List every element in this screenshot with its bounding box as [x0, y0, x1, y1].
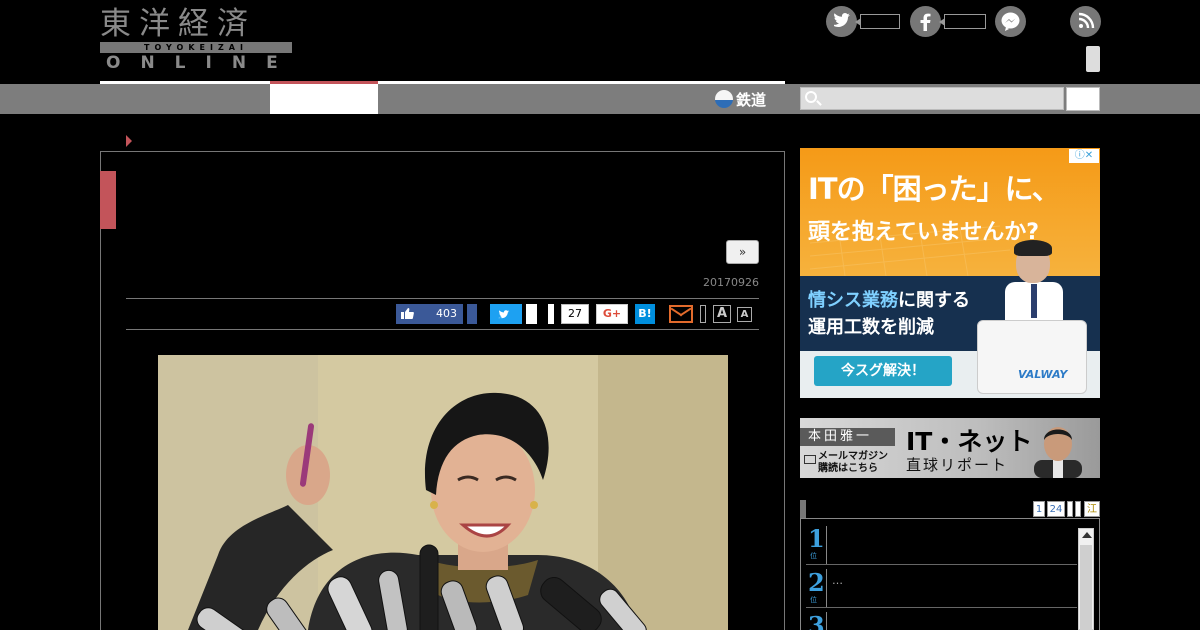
font-size-large-button[interactable]: A	[713, 305, 731, 323]
hatena-bookmark-button[interactable]: B!	[635, 304, 655, 324]
nav-top-border	[100, 81, 785, 84]
nav-item-railway-label: 鉄道	[736, 90, 767, 109]
ranking-tab-1[interactable]: 1	[1033, 501, 1045, 517]
facebook-icon	[910, 6, 941, 37]
ranking-tab-4[interactable]	[1075, 501, 1081, 517]
search-input[interactable]	[823, 90, 1059, 107]
nav-item-railway[interactable]: 鉄道	[715, 88, 766, 110]
ad-cta-button[interactable]: 今スグ解決！	[814, 356, 952, 386]
breadcrumb-arrow-icon	[126, 135, 132, 147]
facebook-share-button[interactable]	[467, 304, 477, 324]
banner-title: IT・ネット	[906, 427, 1033, 456]
rank-item-text[interactable]: …	[832, 574, 843, 587]
mail-icon[interactable]	[669, 305, 693, 323]
search-field[interactable]	[800, 87, 1064, 110]
ranking-header-mark	[800, 500, 806, 518]
ad-headline-2: 頭を抱えていませんか?	[808, 220, 1040, 245]
google-plus-button[interactable]: G+	[596, 304, 628, 324]
ad-subline-2: 運用工数を削減	[808, 317, 934, 338]
train-icon	[715, 90, 733, 108]
ranking-list	[800, 519, 1100, 630]
header-menu-button[interactable]	[1086, 46, 1100, 72]
thumbs-up-icon	[401, 307, 414, 323]
mail-icon	[804, 455, 816, 464]
rss-icon	[1070, 6, 1101, 37]
rank-divider	[826, 612, 827, 630]
messenger-icon	[995, 6, 1026, 37]
ad-brand-logo: VALWAY	[1018, 368, 1068, 381]
ranking-tab-24[interactable]: 24	[1047, 501, 1065, 517]
banner-title-2: 直球リポート	[906, 456, 1009, 474]
divider	[126, 329, 759, 330]
logo-romaji: TOYOKEIZAI	[100, 42, 292, 53]
ad-subline-1-rest: に関する	[898, 290, 970, 311]
share-more-button[interactable]	[700, 305, 706, 323]
scroll-up-icon[interactable]	[1082, 532, 1092, 538]
divider	[126, 298, 759, 299]
ad-subline-1: 情シス業務に関する	[808, 286, 970, 312]
site-logo[interactable]: 東洋経済 TOYOKEIZAI ONLINE	[100, 6, 292, 72]
pocket-button[interactable]	[548, 304, 554, 324]
search-button[interactable]	[1066, 87, 1100, 111]
font-size-small-button[interactable]: A	[737, 307, 752, 322]
pocket-count: 27	[561, 304, 589, 324]
search-icon	[805, 91, 817, 103]
ad-person-tie	[1031, 284, 1037, 318]
tweet-count	[526, 304, 537, 324]
rank-divider	[826, 526, 827, 564]
ad-laptop-image	[977, 320, 1087, 394]
rank-number: 1	[808, 524, 825, 553]
rank-suffix: 位	[810, 596, 817, 604]
banner-subscribe-text: メールマガジン 購読はこちら	[818, 451, 888, 474]
ranking-tab-3[interactable]	[1067, 501, 1073, 517]
rank-divider	[826, 569, 827, 607]
logo-kanji: 東洋経済	[100, 6, 256, 42]
ad-person-hair	[1014, 240, 1052, 256]
rank-row-separator	[806, 607, 1077, 608]
rank-suffix: 位	[810, 552, 817, 560]
twitter-icon	[498, 310, 510, 319]
article-photo	[158, 355, 728, 630]
rank-number: 2	[808, 568, 825, 597]
author-portrait	[1034, 427, 1082, 478]
twitter-count	[855, 14, 900, 29]
tweet-button[interactable]	[490, 304, 522, 324]
ad-choices-icon[interactable]: ⓘ✕	[1069, 149, 1099, 163]
twitter-icon	[826, 6, 857, 37]
rank-number: 3	[808, 611, 825, 630]
ad-subline-1-em: 情シス業務	[808, 290, 898, 311]
scroll-thumb[interactable]	[1080, 545, 1092, 630]
facebook-count	[939, 14, 986, 29]
next-page-button[interactable]: »	[726, 240, 759, 264]
facebook-like-count: 403	[436, 307, 457, 320]
facebook-like-button[interactable]: 403	[396, 304, 463, 324]
logo-online: ONLINE	[106, 53, 298, 73]
ranking-tab-5[interactable]: 江	[1084, 501, 1100, 517]
sidebar-ad-banner[interactable]: ITの「困った」に、 頭を抱えていませんか? 情シス業務に関する 運用工数を削減…	[800, 148, 1100, 398]
banner-author: 本田雅一	[800, 428, 895, 446]
ad-headline-1: ITの「困った」に、	[808, 172, 1061, 206]
nav-tab-active[interactable]	[270, 84, 378, 114]
rank-row-separator	[806, 564, 1077, 565]
article-date: 20170926	[703, 276, 759, 289]
title-accent-bar	[100, 171, 116, 229]
